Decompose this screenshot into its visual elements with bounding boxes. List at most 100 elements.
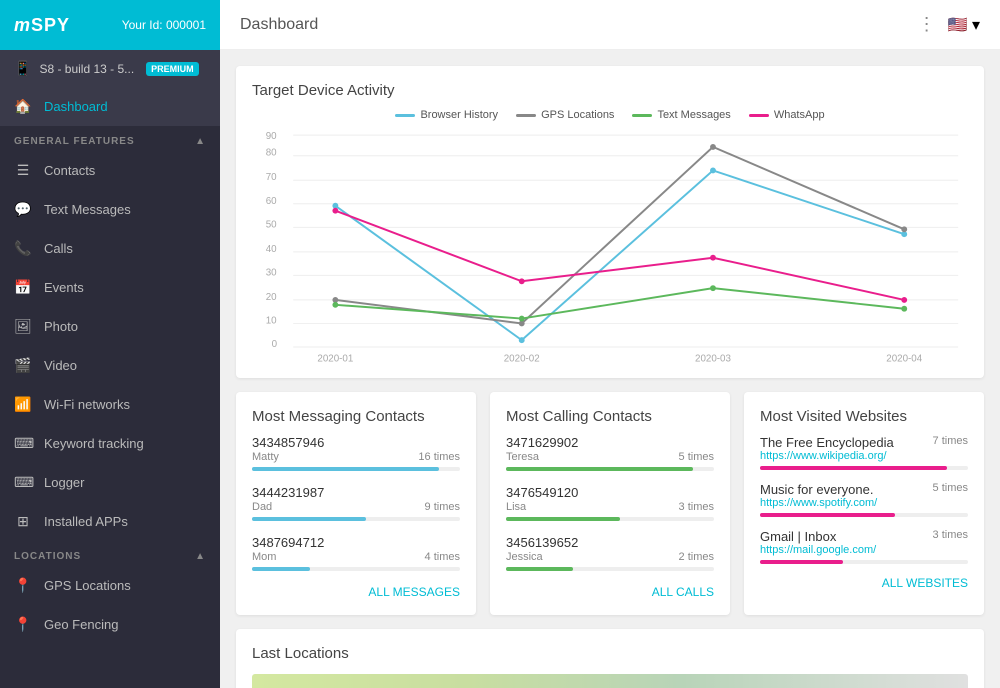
messaging-bar-wrap-0 (252, 467, 460, 471)
calling-bar-0 (506, 467, 693, 471)
last-locations-card: Last Locations (236, 629, 984, 688)
svg-text:2020-02: 2020-02 (504, 354, 540, 365)
sidebar-label-wifi: Wi-Fi networks (44, 397, 130, 412)
legend-dot-browser (395, 114, 415, 117)
sidebar-item-logger[interactable]: ⌨ Logger (0, 463, 220, 502)
messaging-bar-1 (252, 517, 366, 521)
calling-number-0: 3471629902 (506, 435, 714, 450)
legend-text: Text Messages (632, 109, 730, 121)
wifi-icon: 📶 (14, 396, 32, 413)
sidebar-label-logger: Logger (44, 475, 84, 490)
sidebar-label-keyword: Keyword tracking (44, 436, 144, 451)
logo: mSPY (14, 15, 70, 36)
sidebar-item-contacts[interactable]: ☰ Contacts (0, 151, 220, 190)
contacts-icon: ☰ (14, 162, 32, 179)
legend-dot-whatsapp (749, 114, 769, 117)
page-title: Dashboard (240, 16, 318, 34)
map-bg (252, 674, 968, 688)
svg-text:0: 0 (272, 339, 278, 350)
photo-icon: 🖼 (14, 318, 32, 335)
svg-text:80: 80 (266, 148, 277, 159)
sidebar-nav: 🏠 Dashboard GENERAL FEATURES ▲ ☰ Contact… (0, 87, 220, 688)
topbar: Dashboard ⋮ 🇺🇸 ▾ (220, 0, 1000, 50)
sidebar-label-video: Video (44, 358, 77, 373)
legend-dot-gps (516, 114, 536, 117)
website-item-2: 3 times Gmail | Inbox https://mail.googl… (760, 529, 968, 564)
language-flag[interactable]: 🇺🇸 ▾ (948, 15, 980, 35)
svg-text:40: 40 (266, 244, 277, 255)
legend-browser: Browser History (395, 109, 498, 121)
svg-text:2020-03: 2020-03 (695, 354, 732, 365)
messaging-number-0: 3434857946 (252, 435, 460, 450)
messaging-bar-0 (252, 467, 439, 471)
sidebar-item-keyword[interactable]: ⌨ Keyword tracking (0, 424, 220, 463)
website-bar-wrap-1 (760, 513, 968, 517)
apps-icon: ⊞ (14, 513, 32, 530)
sidebar-item-events[interactable]: 📅 Events (0, 268, 220, 307)
messaging-bar-wrap-1 (252, 517, 460, 521)
sidebar-label-calls: Calls (44, 241, 73, 256)
sidebar-item-geofencing[interactable]: 📍 Geo Fencing (0, 605, 220, 644)
calling-name-times-1: Lisa 3 times (506, 501, 714, 513)
sidebar-item-video[interactable]: 🎬 Video (0, 346, 220, 385)
calling-name-times-0: Teresa 5 times (506, 451, 714, 463)
sidebar-item-photo[interactable]: 🖼 Photo (0, 307, 220, 346)
website-url-0[interactable]: https://www.wikipedia.org/ (760, 450, 968, 462)
sidebar-label-text-messages: Text Messages (44, 202, 131, 217)
calling-contact-0: 3471629902 Teresa 5 times (506, 435, 714, 471)
calling-bar-wrap-1 (506, 517, 714, 521)
gps-icon: 📍 (14, 577, 32, 594)
svg-text:50: 50 (266, 219, 277, 230)
calling-contact-1: 3476549120 Lisa 3 times (506, 485, 714, 521)
more-options-icon[interactable]: ⋮ (918, 14, 936, 35)
svg-text:10: 10 (266, 315, 277, 326)
website-bar-2 (760, 560, 843, 564)
calling-card: Most Calling Contacts 3471629902 Teresa … (490, 392, 730, 615)
sidebar-item-calls[interactable]: 📞 Calls (0, 229, 220, 268)
sidebar-label-installed-apps: Installed APPs (44, 514, 128, 529)
calling-name-times-2: Jessica 2 times (506, 551, 714, 563)
messaging-name-times-1: Dad 9 times (252, 501, 460, 513)
sidebar-label-geofencing: Geo Fencing (44, 617, 118, 632)
map-placeholder (252, 674, 968, 688)
sidebar: mSPY Your Id: 000001 📱 S8 - build 13 - 5… (0, 0, 220, 688)
user-id-label: Your Id: 000001 (122, 18, 206, 32)
chart-legend: Browser History GPS Locations Text Messa… (252, 109, 968, 121)
messaging-title: Most Messaging Contacts (252, 408, 460, 425)
premium-badge: PREMIUM (146, 62, 199, 76)
website-url-1[interactable]: https://www.spotify.com/ (760, 497, 968, 509)
messaging-number-2: 3487694712 (252, 535, 460, 550)
sidebar-header: mSPY Your Id: 000001 (0, 0, 220, 50)
legend-gps: GPS Locations (516, 109, 614, 121)
all-calls-link[interactable]: ALL CALLS (506, 585, 714, 599)
sidebar-item-dashboard[interactable]: 🏠 Dashboard (0, 87, 220, 126)
websites-title: Most Visited Websites (760, 408, 968, 425)
messaging-bar-wrap-2 (252, 567, 460, 571)
website-bar-wrap-0 (760, 466, 968, 470)
calling-bar-wrap-0 (506, 467, 714, 471)
sidebar-item-gps[interactable]: 📍 GPS Locations (0, 566, 220, 605)
all-websites-link[interactable]: ALL WEBSITES (760, 576, 968, 590)
website-url-2[interactable]: https://mail.google.com/ (760, 544, 968, 556)
calling-number-2: 3456139652 (506, 535, 714, 550)
sidebar-label-events: Events (44, 280, 84, 295)
sidebar-item-installed-apps[interactable]: ⊞ Installed APPs (0, 502, 220, 541)
device-name: S8 - build 13 - 5... (39, 62, 134, 76)
sidebar-label-photo: Photo (44, 319, 78, 334)
sidebar-item-text-messages[interactable]: 💬 Text Messages (0, 190, 220, 229)
calling-bar-wrap-2 (506, 567, 714, 571)
sidebar-item-wifi[interactable]: 📶 Wi-Fi networks (0, 385, 220, 424)
chart-svg-container: 0 10 20 30 40 50 60 70 80 90 (252, 129, 968, 362)
websites-card: Most Visited Websites 7 times The Free E… (744, 392, 984, 615)
messaging-contact-1: 3444231987 Dad 9 times (252, 485, 460, 521)
messaging-card: Most Messaging Contacts 3434857946 Matty… (236, 392, 476, 615)
legend-whatsapp: WhatsApp (749, 109, 825, 121)
svg-text:2020-01: 2020-01 (317, 354, 353, 365)
main-content: Dashboard ⋮ 🇺🇸 ▾ Target Device Activity … (220, 0, 1000, 688)
activity-chart-card: Target Device Activity Browser History G… (236, 66, 984, 378)
all-messages-link[interactable]: ALL MESSAGES (252, 585, 460, 599)
messaging-contact-2: 3487694712 Mom 4 times (252, 535, 460, 571)
topbar-right: ⋮ 🇺🇸 ▾ (918, 14, 980, 35)
website-bar-1 (760, 513, 895, 517)
logger-icon: ⌨ (14, 474, 32, 491)
